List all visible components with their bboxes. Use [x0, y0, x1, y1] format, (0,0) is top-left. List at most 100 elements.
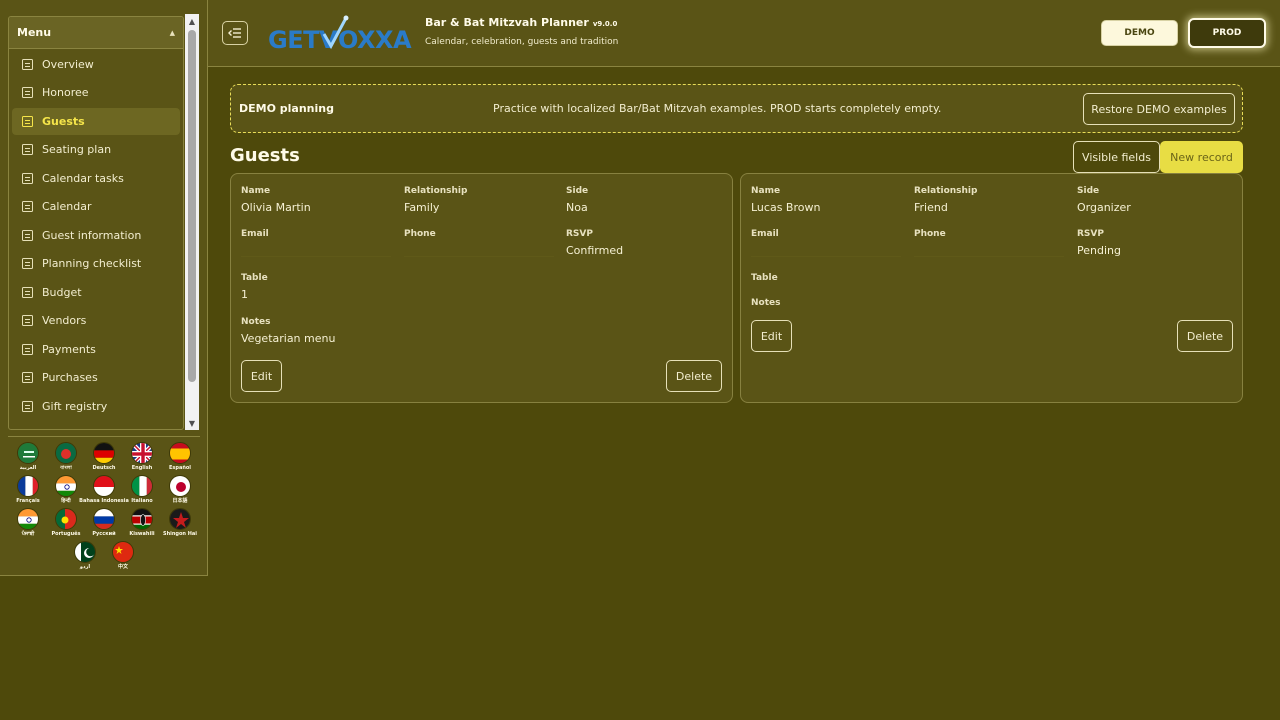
list-icon: [22, 172, 33, 184]
language-option[interactable]: English: [123, 442, 161, 475]
list-icon: [22, 258, 33, 269]
field-label: Email: [241, 229, 269, 239]
flag-italy-icon[interactable]: [131, 475, 153, 497]
field-label: Side: [566, 186, 589, 196]
language-option[interactable]: 中文: [104, 541, 142, 574]
flag-russia-icon[interactable]: [93, 508, 115, 530]
scroll-thumb[interactable]: [188, 30, 196, 382]
demo-banner-title: DEMO planning: [239, 102, 334, 115]
flag-indonesia-icon[interactable]: [93, 475, 115, 497]
language-option[interactable]: 日本語: [161, 475, 199, 508]
field-relationship: Relationship Family: [404, 186, 467, 214]
language-option[interactable]: Kiswahili: [123, 508, 161, 541]
sidebar-item-purchases[interactable]: Purchases: [12, 364, 180, 391]
visible-fields-button[interactable]: Visible fields: [1073, 141, 1160, 173]
caret-up-icon[interactable]: ▲: [170, 29, 175, 37]
sidebar-item-overview[interactable]: Overview: [12, 51, 180, 78]
language-label: ਪੰਜਾਬੀ: [21, 531, 35, 537]
language-row: ਪੰਜਾਬੀ Português Русский Kiswahili Shingon H…: [8, 508, 200, 541]
delete-button[interactable]: Delete: [666, 360, 722, 392]
flag-pakistan-icon[interactable]: [74, 541, 96, 563]
menu-header[interactable]: Menu ▲: [9, 17, 183, 49]
flag-india-icon[interactable]: [17, 508, 39, 530]
field-name: Name Lucas Brown: [751, 186, 820, 214]
menu-scrollbar[interactable]: ▲ ▼: [185, 14, 199, 430]
field-table: Table: [751, 273, 778, 283]
sidebar-item-planning-checklist[interactable]: Planning checklist: [12, 250, 180, 277]
language-option[interactable]: Italiano: [123, 475, 161, 508]
sidebar-item-gift-registry[interactable]: Gift registry: [12, 393, 180, 420]
new-record-button[interactable]: New record: [1160, 141, 1243, 173]
menu-items: Overview Honoree Guests Seating plan Calenda…: [9, 51, 183, 420]
restore-demo-button[interactable]: Restore DEMO examples: [1083, 93, 1235, 125]
collapse-sidebar-button[interactable]: [222, 21, 248, 45]
language-option[interactable]: বাংলা: [47, 442, 85, 475]
scroll-up-arrow-icon[interactable]: ▲: [185, 14, 199, 28]
field-label: Relationship: [914, 186, 978, 196]
language-option[interactable]: ਪੰਜਾਬੀ: [9, 508, 47, 541]
language-option[interactable]: Español: [161, 442, 199, 475]
edit-button[interactable]: Edit: [751, 320, 792, 352]
field-label: Table: [751, 273, 778, 283]
language-option[interactable]: Русский: [85, 508, 123, 541]
flag-bangladesh-icon[interactable]: [55, 442, 77, 464]
sidebar-item-honoree[interactable]: Honoree: [12, 79, 180, 106]
flag-france-icon[interactable]: [17, 475, 39, 497]
field-value: Family: [404, 201, 440, 214]
flag-kenya-icon[interactable]: [131, 508, 153, 530]
language-label: Português: [51, 531, 81, 537]
flag-portugal-icon[interactable]: [55, 508, 77, 530]
flag-saudi-arabia-icon[interactable]: [17, 442, 39, 464]
edit-button[interactable]: Edit: [241, 360, 282, 392]
language-option[interactable]: Français: [9, 475, 47, 508]
sidebar-item-seating-plan[interactable]: Seating plan: [12, 136, 180, 163]
language-option[interactable]: Bahasa Indonesia: [79, 475, 129, 508]
scroll-down-arrow-icon[interactable]: ▼: [185, 416, 199, 430]
language-label: Italiano: [131, 498, 153, 504]
app-title: Bar & Bat Mitzvah Planner v9.0.0: [425, 16, 617, 29]
flag-star-icon[interactable]: [169, 508, 191, 530]
flag-india-icon[interactable]: [55, 475, 77, 497]
sidebar-item-guests[interactable]: Guests: [12, 107, 180, 135]
flag-spain-icon[interactable]: [169, 442, 191, 464]
field-label: Relationship: [404, 186, 468, 196]
sidebar-item-payments[interactable]: Payments: [12, 336, 180, 363]
sidebar-item-guest-information[interactable]: Guest information: [12, 222, 180, 249]
sidebar-item-budget[interactable]: Budget: [12, 279, 180, 306]
sidebar-item-label: Vendors: [42, 314, 87, 327]
list-icon: [22, 315, 33, 326]
list-icon: [22, 201, 33, 212]
delete-button[interactable]: Delete: [1177, 320, 1233, 352]
sidebar-item-calendar[interactable]: Calendar: [12, 193, 180, 220]
language-label: বাংলা: [60, 465, 72, 471]
language-row: اردو 中文: [8, 541, 200, 574]
field-notes: Notes: [751, 298, 780, 308]
flag-china-icon[interactable]: [112, 541, 134, 563]
language-option[interactable]: Deutsch: [85, 442, 123, 475]
list-icon: [22, 400, 33, 412]
language-label: Deutsch: [92, 465, 116, 471]
flag-uk-icon[interactable]: [131, 442, 153, 464]
guest-card: Name Olivia Martin Relationship Family S…: [230, 173, 733, 403]
sidebar-item-calendar-tasks[interactable]: Calendar tasks: [12, 165, 180, 192]
prod-mode-button[interactable]: PROD: [1188, 18, 1266, 48]
field-value-empty: [404, 244, 554, 257]
field-table: Table 1: [241, 273, 268, 301]
field-value: 1: [241, 288, 248, 301]
language-option[interactable]: اردو: [66, 541, 104, 574]
demo-mode-button[interactable]: DEMO: [1101, 20, 1178, 46]
field-side: Side Organizer: [1077, 186, 1131, 214]
app-subtitle: Calendar, celebration, guests and tradit…: [425, 37, 619, 47]
sidebar-item-vendors[interactable]: Vendors: [12, 307, 180, 334]
sidebar-item-label: Calendar: [42, 200, 92, 213]
field-side: Side Noa: [566, 186, 588, 214]
menu-panel: Menu ▲ Overview Honoree Guests Seating plan…: [8, 16, 184, 430]
language-option[interactable]: Português: [47, 508, 85, 541]
flag-japan-icon[interactable]: [169, 475, 191, 497]
language-option[interactable]: العربية: [9, 442, 47, 475]
field-label: RSVP: [566, 229, 593, 239]
demo-banner: DEMO planning Practice with localized Ba…: [230, 84, 1243, 133]
list-icon: [22, 229, 33, 241]
language-option[interactable]: Shingon Hai: [161, 508, 199, 541]
flag-germany-icon[interactable]: [93, 442, 115, 464]
